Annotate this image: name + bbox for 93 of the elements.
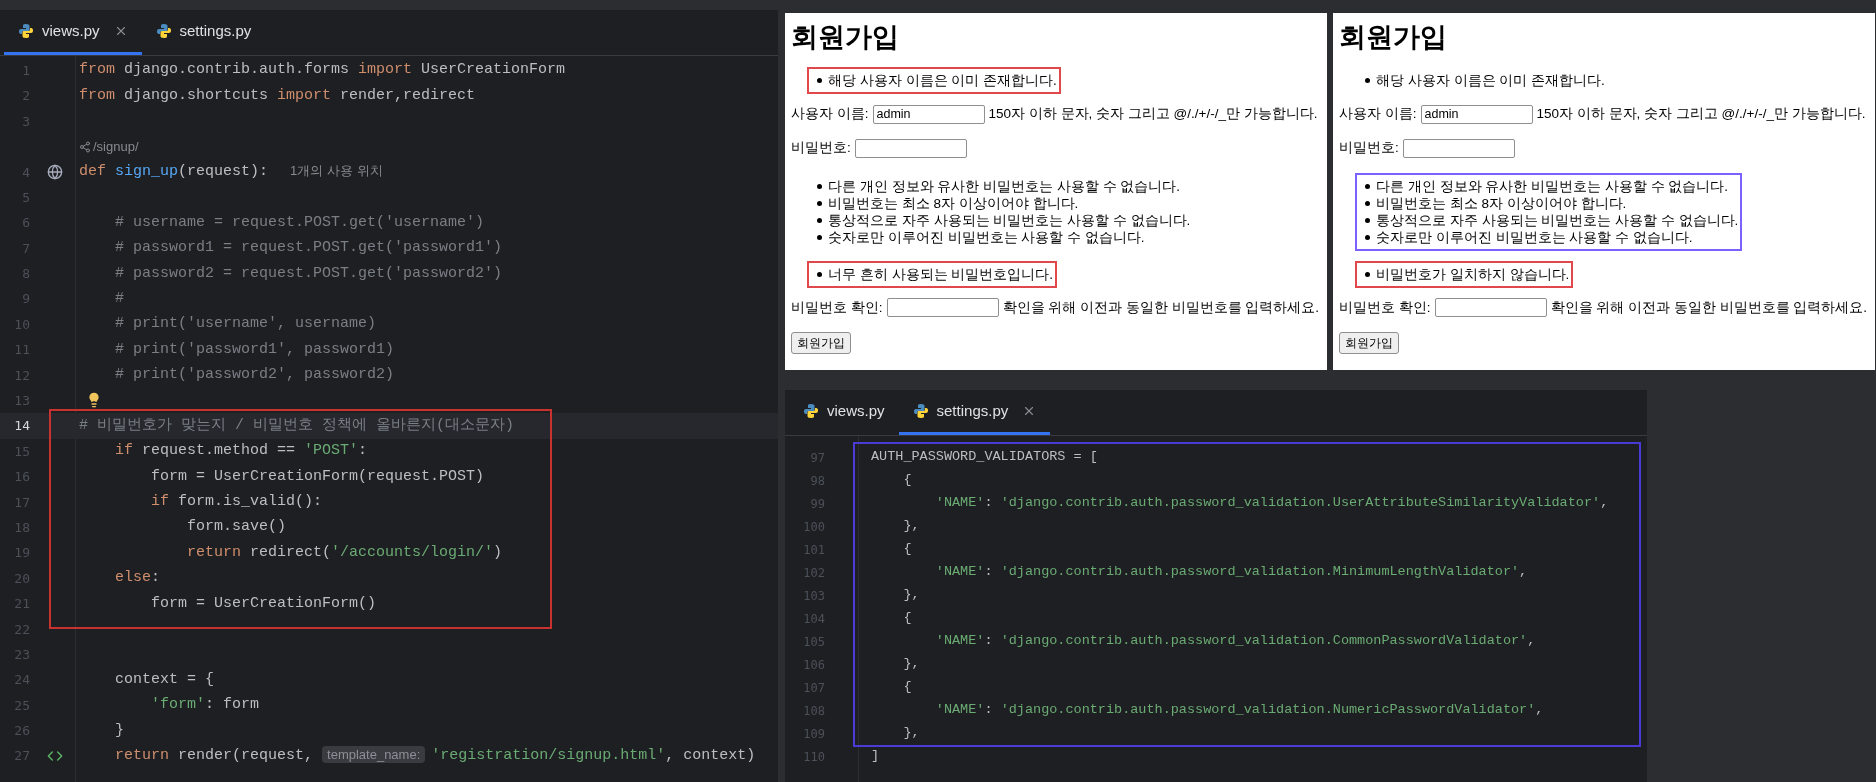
list-item-text: 숫자로만 이루어진 비밀번호는 사용할 수 없습니다. — [1376, 228, 1693, 246]
code-line: # — [114, 288, 124, 309]
code-line: # 비밀번호가 맞는지 / 비밀번호 정책에 올바른지(대소문자) — [79, 415, 514, 436]
python-icon — [18, 23, 34, 39]
list-item-text: 통상적으로 자주 사용되는 비밀번호는 사용할 수 없습니다. — [828, 211, 1191, 229]
code-line: form = UserCreationForm() — [150, 593, 377, 614]
code-line: { — [902, 540, 912, 559]
code-line: } — [114, 720, 124, 741]
field-label: 사용자 이름: — [1339, 105, 1417, 123]
help-text: 150자 이하 문자, 숫자 그리고 @/./+/-/_만 가능합니다. — [988, 105, 1318, 123]
code-line: def sign_up(request): 1개의 사용 위치 — [79, 162, 383, 182]
code-line: { — [902, 471, 912, 490]
field-label: 사용자 이름: — [791, 105, 869, 123]
lightbulb-icon[interactable] — [86, 392, 102, 409]
code-line: }, — [902, 517, 920, 536]
python-icon — [155, 23, 172, 39]
help-text: 확인을 위해 이전과 동일한 비밀번호를 입력하세요. — [1002, 298, 1320, 317]
line-number: 14 — [13, 417, 30, 436]
list-item-text: 비밀번호는 최소 8자 이상이어야 합니다. — [828, 194, 1079, 212]
code-line: 'NAME': 'django.contrib.auth.password_validation.NumericPasswordValidator', — [934, 701, 1544, 720]
text-field[interactable] — [886, 298, 999, 318]
globe-icon[interactable] — [46, 164, 63, 181]
bullet-icon — [817, 78, 822, 83]
field-label: 비밀번호: — [1339, 139, 1399, 158]
text-field[interactable]: admin — [872, 104, 985, 124]
bullet-icon — [817, 234, 822, 240]
list-item-text: 다른 개인 정보와 유사한 비밀번호는 사용할 수 없습니다. — [1376, 177, 1728, 195]
code-line: from django.shortcuts import render,redirect — [79, 85, 476, 106]
code-line: else: — [114, 568, 161, 589]
bullet-icon — [1365, 183, 1370, 189]
bullet-icon — [817, 200, 822, 206]
submit-button[interactable]: 회원가입 — [791, 331, 851, 354]
code-line: 'form': form — [150, 695, 260, 716]
page-heading: 회원가입 — [1339, 21, 1448, 54]
code-line: # password2 = request.POST.get('password2') — [114, 263, 503, 284]
share-icon — [79, 140, 91, 153]
code-line: context = { — [114, 669, 215, 690]
code-line: # print('password1', password1) — [114, 339, 395, 360]
code-line: ] — [871, 747, 880, 766]
help-text: 확인을 위해 이전과 동일한 비밀번호를 입력하세요. — [1550, 298, 1868, 317]
bullet-icon — [1365, 200, 1370, 206]
text-field[interactable] — [1402, 138, 1515, 158]
code-line: 'NAME': 'django.contrib.auth.password_validation.MinimumLengthValidator', — [934, 563, 1528, 582]
code-line: # password1 = request.POST.get('password1') — [114, 238, 503, 259]
code-line: # username = request.POST.get('username') — [114, 212, 485, 233]
code-line: return render(request, template_name: 'registration/signup.html', context) — [114, 745, 756, 766]
code-line: return redirect('/accounts/login/') — [186, 542, 503, 563]
list-item-text: 비밀번호가 일치하지 않습니다. — [1376, 265, 1570, 283]
list-item-text: 다른 개인 정보와 유사한 비밀번호는 사용할 수 없습니다. — [828, 177, 1180, 195]
list-item-text: 해당 사용자 이름은 이미 존재합니다. — [1376, 72, 1605, 89]
python-icon — [803, 403, 819, 419]
field-label: 비밀번호 확인: — [791, 298, 883, 317]
code-line: from django.contrib.auth.forms import UserCreationForm — [79, 60, 566, 81]
code-line: if request.method == 'POST': — [114, 441, 368, 462]
list-item-text: 해당 사용자 이름은 이미 존재합니다. — [828, 72, 1057, 89]
bullet-icon — [817, 183, 822, 189]
text-field[interactable]: admin — [1420, 104, 1533, 124]
list-item-text: 비밀번호는 최소 8자 이상이어야 합니다. — [1376, 194, 1627, 212]
field-label: 비밀번호 확인: — [1339, 298, 1431, 317]
list-item-text: 너무 흔히 사용되는 비밀번호입니다. — [828, 265, 1053, 283]
code-line: form = UserCreationForm(request.POST) — [150, 466, 485, 487]
text-field[interactable] — [854, 138, 967, 158]
code-line: }, — [902, 586, 920, 605]
route-hint[interactable]: /signup/ — [79, 137, 139, 157]
code-line: # print('password2', password2) — [114, 365, 395, 386]
file-tab[interactable]: settings.py — [141, 10, 266, 55]
text-field[interactable] — [1434, 298, 1547, 318]
list-item-text: 통상적으로 자주 사용되는 비밀번호는 사용할 수 없습니다. — [1376, 211, 1739, 229]
bullet-icon — [817, 217, 822, 223]
code-line: }, — [902, 724, 920, 743]
code-line: AUTH_PASSWORD_VALIDATORS = [ — [871, 448, 1098, 467]
file-tab[interactable]: settings.py — [898, 390, 1051, 435]
list-item-text: 숫자로만 이루어진 비밀번호는 사용할 수 없습니다. — [828, 228, 1145, 246]
bullet-icon — [1365, 217, 1370, 223]
code-line: }, — [902, 655, 920, 674]
code-line: if form.is_valid(): — [150, 492, 323, 513]
submit-button[interactable]: 회원가입 — [1339, 331, 1399, 354]
bullet-icon — [817, 271, 822, 277]
code-line: { — [902, 609, 912, 628]
file-tab[interactable]: views.py — [789, 390, 899, 435]
page-heading: 회원가입 — [791, 21, 900, 54]
python-icon — [912, 403, 929, 419]
code-line: 'NAME': 'django.contrib.auth.password_validation.UserAttributeSimilarityValidator', — [934, 494, 1609, 513]
bullet-icon — [1365, 234, 1370, 240]
bullet-icon — [1365, 78, 1370, 83]
code-line: # print('username', username) — [114, 314, 377, 335]
code-line: 'NAME': 'django.contrib.auth.password_validation.CommonPasswordValidator', — [934, 632, 1536, 651]
file-tab[interactable]: views.py — [4, 10, 142, 55]
bullet-icon — [1365, 271, 1370, 277]
help-text: 150자 이하 문자, 숫자 그리고 @/./+/-/_만 가능합니다. — [1536, 105, 1866, 123]
code-line: { — [902, 678, 912, 697]
field-label: 비밀번호: — [791, 139, 851, 158]
code-line: form.save() — [186, 517, 287, 538]
